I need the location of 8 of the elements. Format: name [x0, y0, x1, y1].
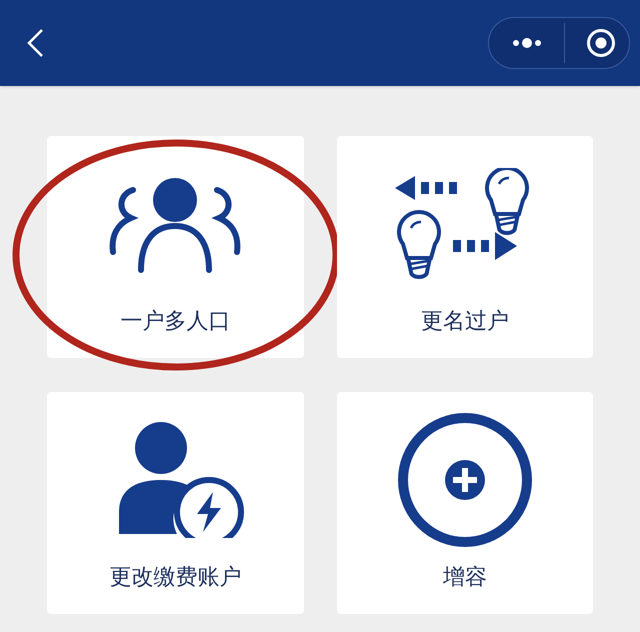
service-tile[interactable]: 更名过户 — [336, 136, 593, 358]
tile-label: 更改缴费账户 — [109, 564, 242, 592]
service-tile[interactable]: 更改缴费账户 — [47, 392, 304, 614]
tile-label: 一户多人口 — [120, 308, 230, 336]
service-tile[interactable]: 增容 — [336, 392, 593, 614]
tile-label: 更名过户 — [420, 308, 509, 336]
service-tile[interactable]: 一户多人口 — [47, 136, 304, 358]
tile-label: 增容 — [442, 564, 487, 592]
